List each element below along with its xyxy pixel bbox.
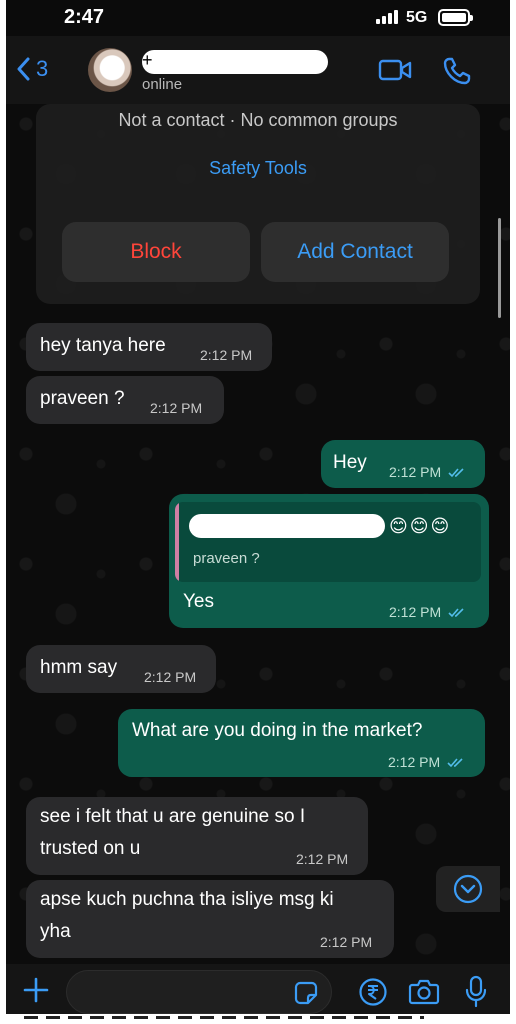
- microphone-icon: [465, 975, 487, 1008]
- message-time: 2:12 PM: [296, 851, 349, 867]
- message-text: Yes: [183, 591, 214, 612]
- read-receipt-icon: [448, 468, 464, 478]
- safety-tools-link[interactable]: Safety Tools: [36, 158, 480, 179]
- voice-message-button[interactable]: [464, 975, 488, 1014]
- status-bar: 2:47 5G: [6, 0, 510, 36]
- rupee-icon: [359, 978, 387, 1006]
- battery-icon: [438, 9, 473, 26]
- message-bubble-incoming[interactable]: praveen ? 2:12 PM: [26, 376, 224, 424]
- status-time: 2:47: [64, 6, 105, 28]
- contact-status: online: [142, 76, 183, 93]
- message-time: 2:12 PM: [150, 400, 203, 416]
- message-time: 2:12 PM: [144, 669, 197, 685]
- quoted-text: praveen ?: [193, 550, 260, 567]
- message-input[interactable]: [66, 970, 332, 1014]
- quoted-message[interactable]: 😊😊😊 praveen ?: [175, 502, 481, 582]
- attach-button[interactable]: [22, 976, 50, 1009]
- message-time: 2:12 PM: [389, 604, 466, 620]
- message-text-line1: apse kuch puchna tha isliye msg ki: [40, 889, 334, 910]
- network-type: 5G: [406, 9, 428, 26]
- camera-button[interactable]: [408, 978, 440, 1011]
- message-text: Hey: [333, 452, 367, 473]
- message-bubble-outgoing-reply[interactable]: 😊😊😊 praveen ? Yes 2:12 PM: [169, 494, 489, 628]
- avatar[interactable]: [88, 48, 132, 92]
- message-time: 2:12 PM: [320, 934, 373, 950]
- payment-button[interactable]: [358, 977, 388, 1012]
- phone-icon: [443, 57, 471, 85]
- message-text: hey tanya here: [40, 335, 166, 356]
- scroll-to-bottom-button[interactable]: [436, 866, 500, 912]
- plus-icon: [23, 977, 49, 1003]
- message-time: 2:12 PM: [389, 464, 466, 480]
- message-input-field[interactable]: [67, 971, 331, 1013]
- message-bubble-incoming[interactable]: hmm say 2:12 PM: [26, 645, 216, 693]
- message-text: hmm say: [40, 657, 118, 678]
- contact-safety-card: Not a contact · No common groups Safety …: [36, 104, 480, 304]
- video-call-button[interactable]: [378, 58, 412, 87]
- message-bubble-outgoing[interactable]: What are you doing in the market? 2:12 P…: [118, 709, 485, 777]
- chevron-left-icon: [17, 57, 30, 81]
- not-a-contact-notice: Not a contact · No common groups: [118, 110, 398, 130]
- video-camera-icon: [378, 59, 412, 81]
- add-contact-button[interactable]: Add Contact: [261, 222, 449, 282]
- message-time: 2:12 PM: [200, 347, 253, 363]
- message-text-line2: yha: [40, 921, 71, 942]
- signal-icon: [376, 10, 398, 24]
- contact-name-redacted[interactable]: +: [142, 50, 328, 74]
- message-text: praveen ?: [40, 388, 125, 409]
- message-time: 2:12 PM: [388, 754, 465, 770]
- message-text: What are you doing in the market?: [132, 720, 423, 741]
- message-bubble-outgoing[interactable]: Hey 2:12 PM: [321, 440, 485, 488]
- read-receipt-icon: [448, 608, 464, 618]
- sticker-button[interactable]: [294, 981, 318, 1010]
- quoted-emojis: 😊😊😊: [389, 516, 452, 536]
- message-text-line1: see i felt that u are genuine so I: [40, 806, 306, 827]
- message-text-line2: trusted on u: [40, 838, 141, 859]
- contact-name: +: [142, 50, 153, 70]
- message-bubble-incoming[interactable]: apse kuch puchna tha isliye msg ki yha 2…: [26, 880, 394, 958]
- block-button[interactable]: Block: [62, 222, 250, 282]
- back-button[interactable]: 3: [16, 56, 48, 82]
- chat-header: 3 + online: [6, 36, 510, 104]
- scrollbar[interactable]: [498, 218, 501, 318]
- camera-icon: [408, 979, 440, 1005]
- voice-call-button[interactable]: [442, 56, 472, 91]
- quoted-author-redacted: [189, 514, 385, 538]
- message-bubble-incoming[interactable]: see i felt that u are genuine so I trust…: [26, 797, 368, 875]
- chevron-down-circle-icon: [453, 874, 483, 904]
- chat-screen: 2:47 5G 3 + online Not a contact · No co…: [6, 0, 510, 1024]
- bottom-edge: [0, 1014, 516, 1024]
- message-bubble-incoming[interactable]: hey tanya here 2:12 PM: [26, 323, 272, 371]
- unread-count: 3: [36, 56, 49, 81]
- read-receipt-icon: [447, 758, 463, 768]
- sticker-icon: [294, 981, 318, 1005]
